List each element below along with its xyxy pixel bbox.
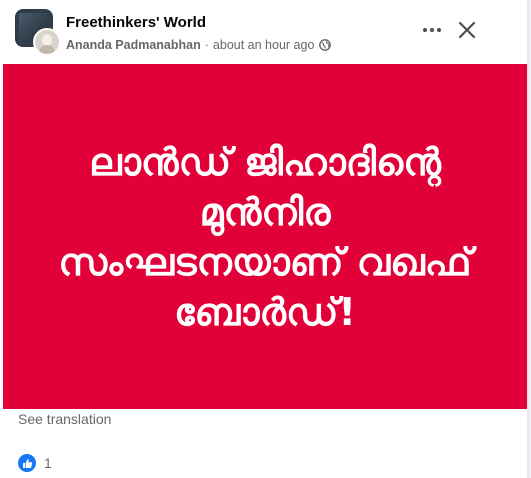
- reaction-count: 1: [44, 455, 52, 471]
- post-header: Freethinkers' World Ananda Padmanabhan ·…: [0, 0, 527, 64]
- group-name-link[interactable]: Freethinkers' World: [66, 14, 206, 31]
- author-name-link[interactable]: Ananda Padmanabhan: [66, 38, 201, 52]
- more-options-button[interactable]: [418, 16, 446, 44]
- image-text-line: ലാൻഡ് ജിഹാദിന്റെ: [89, 139, 441, 184]
- reactions-summary[interactable]: 1: [18, 453, 52, 473]
- author-avatar[interactable]: [33, 28, 61, 56]
- post-meta: Ananda Padmanabhan · about an hour ago: [66, 37, 332, 53]
- see-translation-link[interactable]: See translation: [18, 411, 111, 427]
- more-horizontal-icon: [423, 28, 427, 32]
- image-text-line: ബോർഡ്!: [174, 289, 356, 334]
- close-button[interactable]: [455, 18, 479, 42]
- post-timestamp[interactable]: about an hour ago: [213, 38, 314, 52]
- close-icon: [458, 21, 476, 39]
- globe-icon: [319, 39, 332, 51]
- more-horizontal-icon-dot: [430, 28, 434, 32]
- image-text-line: മുൻനിര: [199, 189, 331, 234]
- more-horizontal-icon-dot: [437, 28, 441, 32]
- image-text-line: സംഘടനയാണ് വഖഫ്: [58, 239, 472, 284]
- like-icon: [18, 454, 36, 472]
- post-card: Freethinkers' World Ananda Padmanabhan ·…: [0, 0, 529, 478]
- meta-separator: ·: [204, 38, 209, 52]
- author-avatar-body: [39, 45, 55, 54]
- post-image[interactable]: ലാൻഡ് ജിഹാദിന്റെ മുൻനിര സംഘടനയാണ് വഖഫ് ബ…: [3, 64, 527, 409]
